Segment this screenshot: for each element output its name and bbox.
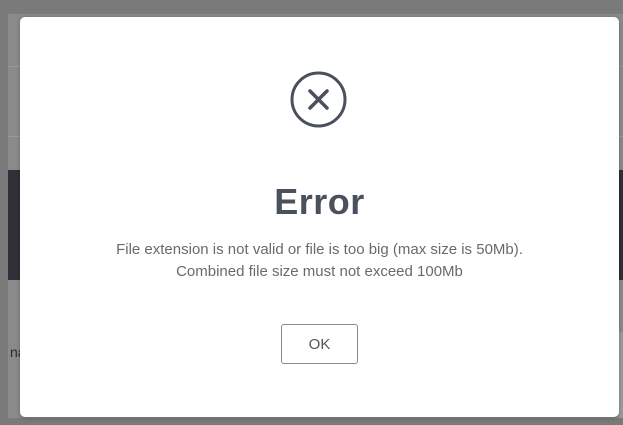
dialog-title: Error [274,181,365,222]
close-circle-icon [290,71,347,128]
error-dialog: Error File extension is not valid or fil… [20,17,619,417]
dialog-message-line: Combined file size must not exceed 100Mb [176,263,463,280]
dialog-message-line: File extension is not valid or file is t… [116,241,523,258]
background-edge [619,332,623,418]
dialog-message: File extension is not valid or file is t… [20,239,619,283]
ok-button[interactable]: OK [281,324,358,364]
